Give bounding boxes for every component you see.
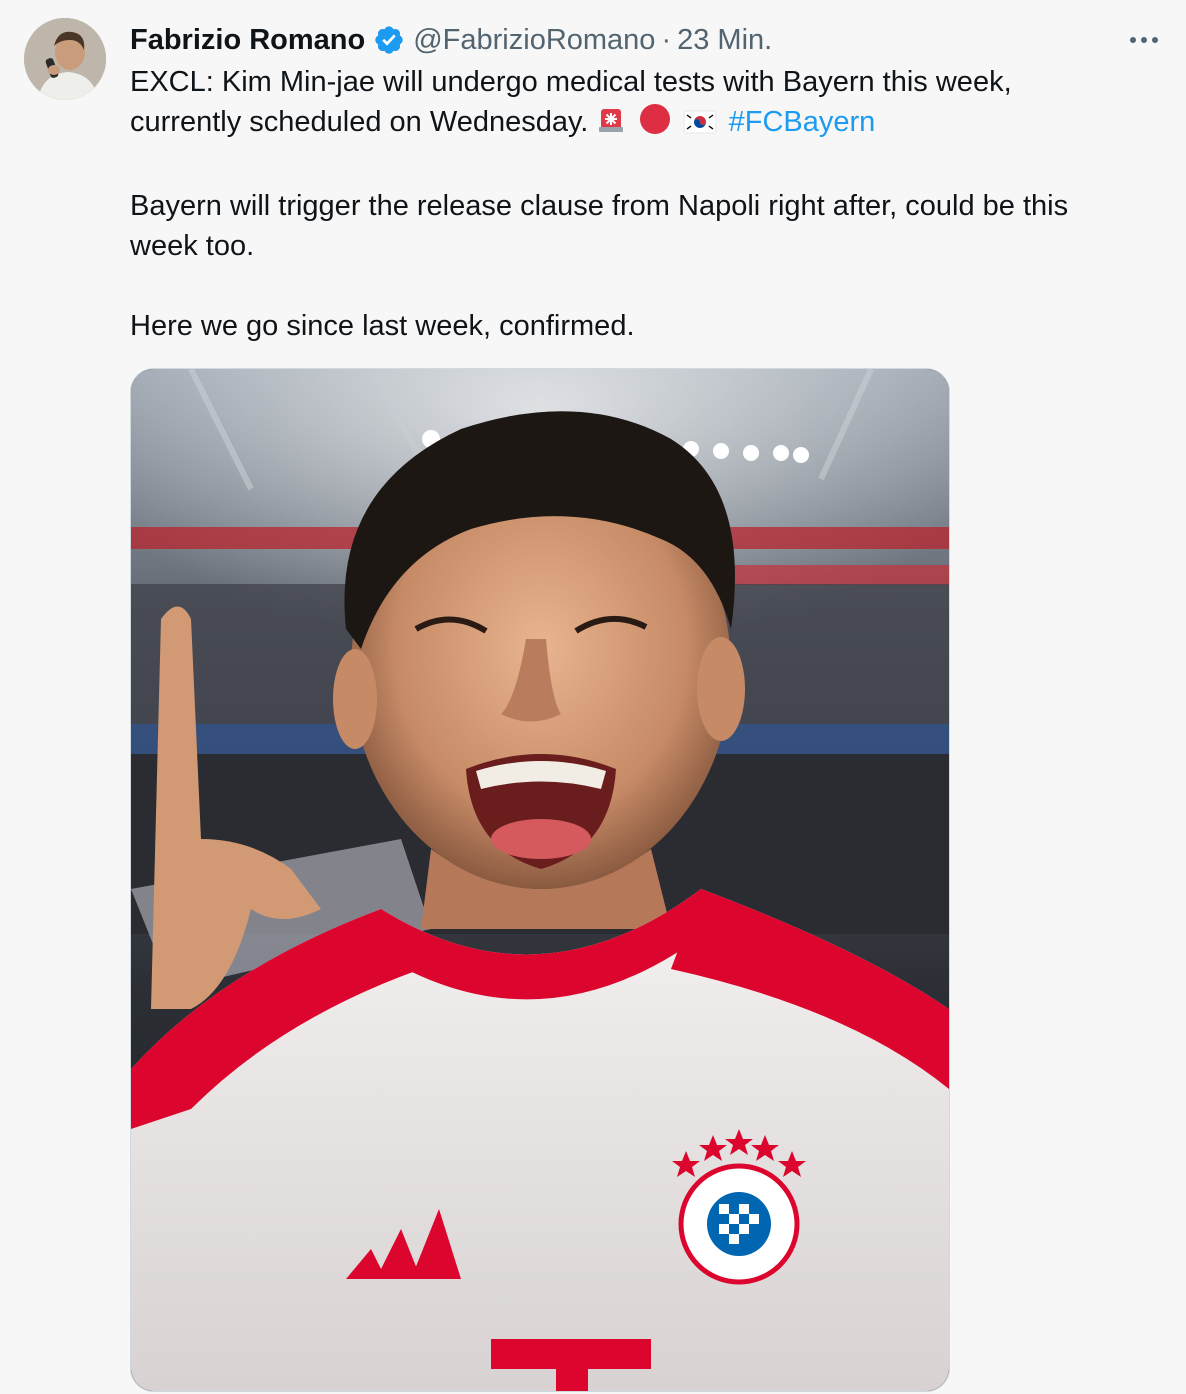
- verified-badge-icon: [373, 24, 405, 56]
- tweet-media-image[interactable]: [130, 368, 950, 1392]
- tweet-header: Fabrizio Romano @FabrizioRomano · 23 Min…: [130, 22, 772, 58]
- south-korea-flag-emoji-icon: [683, 106, 717, 146]
- author-avatar[interactable]: [24, 18, 106, 100]
- tweet[interactable]: Fabrizio Romano @FabrizioRomano · 23 Min…: [0, 0, 1186, 1394]
- tweet-text-paragraph2: Bayern will trigger the release clause f…: [130, 190, 1069, 262]
- tweet-text-paragraph3: Here we go since last week, confirmed.: [130, 310, 635, 342]
- tweet-timestamp[interactable]: 23 Min.: [677, 24, 772, 57]
- tweet-text-line2: currently scheduled on Wednesday. #FCBay…: [130, 102, 1140, 146]
- author-name[interactable]: Fabrizio Romano: [130, 24, 365, 57]
- tweet-text-line2-content: currently scheduled on Wednesday.: [130, 106, 589, 138]
- red-circle-emoji-icon: [639, 103, 671, 146]
- author-handle[interactable]: @FabrizioRomano: [413, 24, 655, 57]
- siren-emoji-icon: [596, 105, 626, 146]
- tweet-text-line1: EXCL: Kim Min-jae will undergo medical t…: [130, 66, 1012, 98]
- separator-dot: ·: [661, 23, 672, 56]
- more-horizontal-icon[interactable]: [1124, 26, 1164, 54]
- hashtag-fcbayern-link[interactable]: #FCBayern: [729, 106, 876, 138]
- tweet-text: EXCL: Kim Min-jae will undergo medical t…: [130, 62, 1140, 346]
